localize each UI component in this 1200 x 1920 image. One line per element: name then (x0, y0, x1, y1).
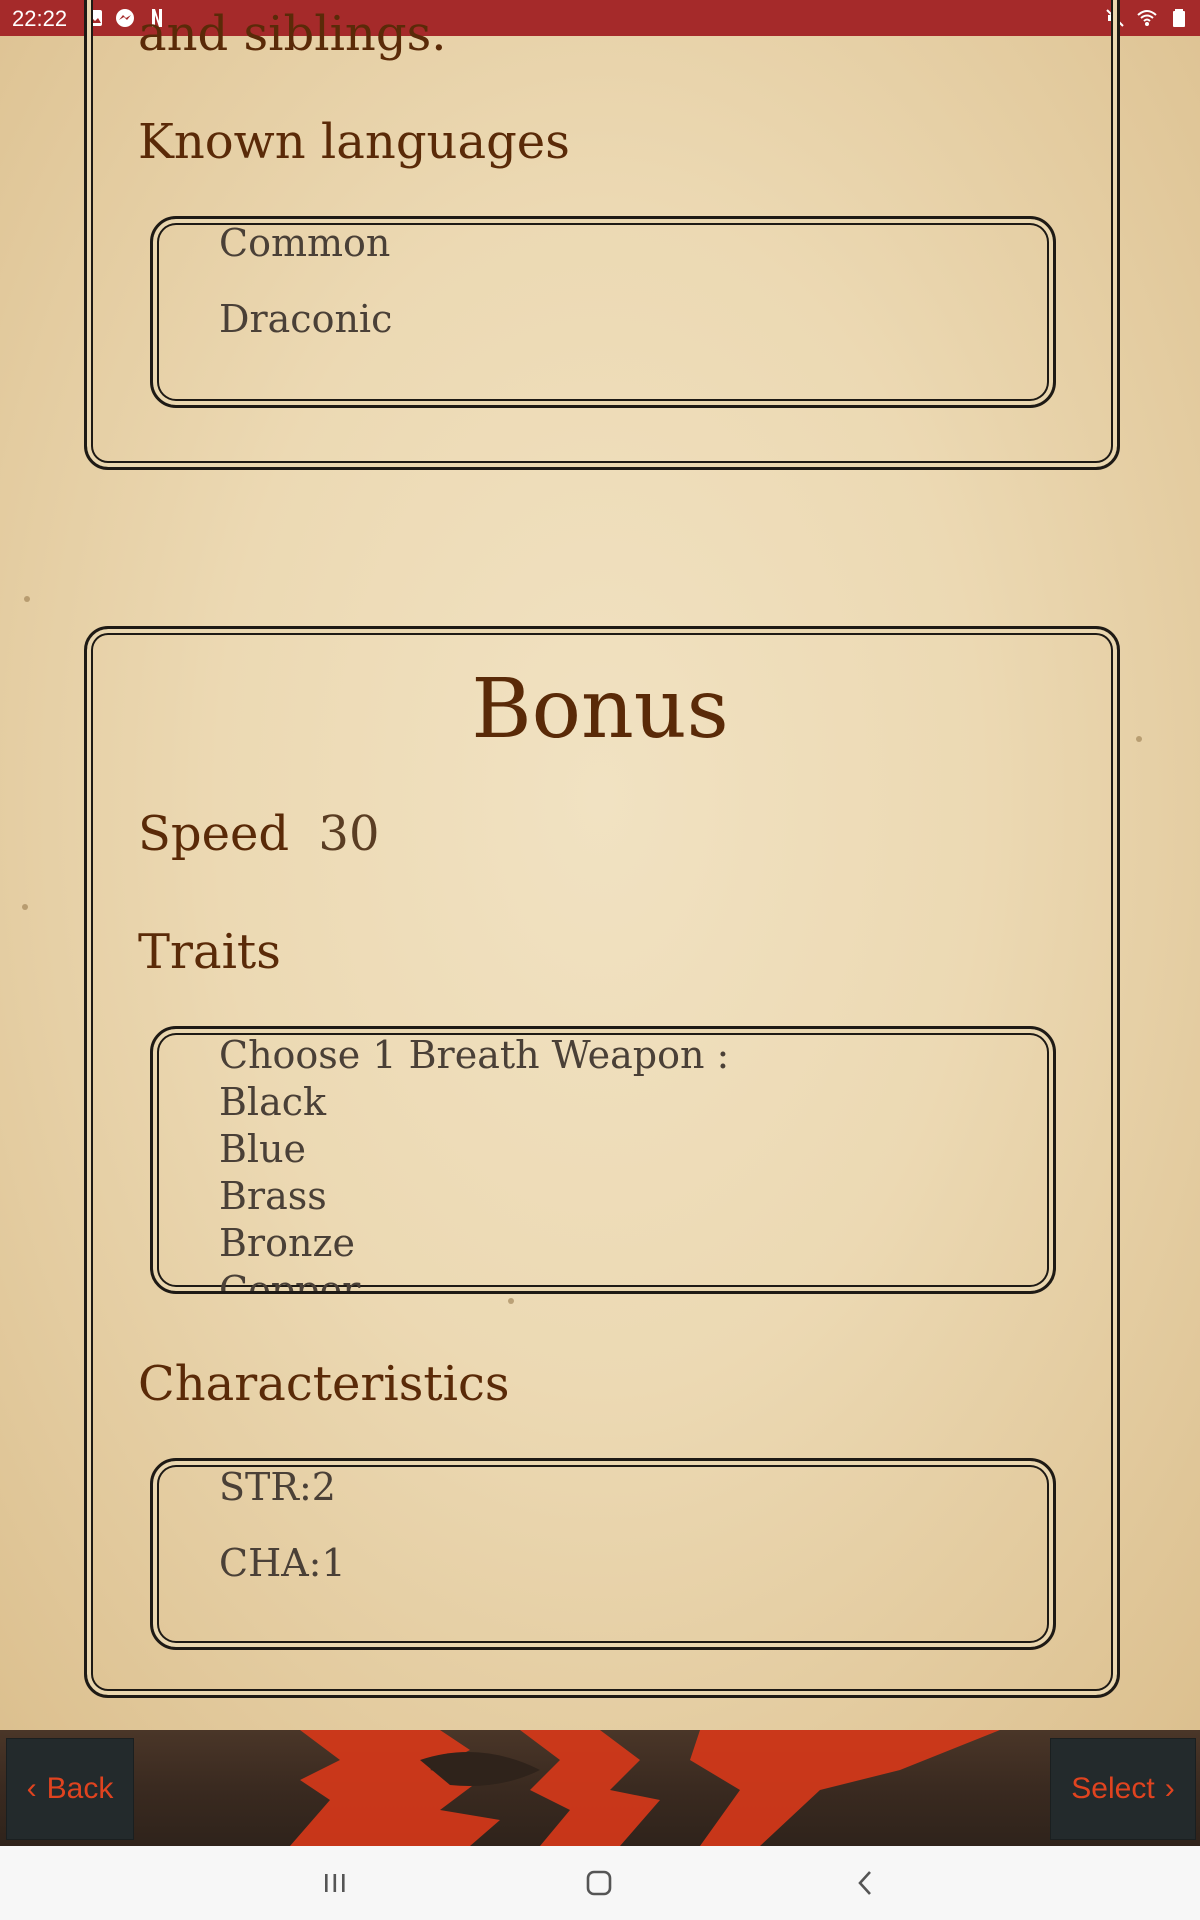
home-icon[interactable] (584, 1868, 614, 1898)
traits-heading: Traits (138, 924, 281, 980)
trait-line: Black (219, 1080, 327, 1124)
trait-line: Brass (219, 1174, 327, 1218)
dragon-emblem-icon (290, 1730, 1000, 1846)
trait-line: Copper (219, 1268, 361, 1294)
characteristic-item: CHA:1 (219, 1541, 346, 1585)
chevron-right-icon: › (1164, 1772, 1175, 1805)
speed-value: 30 (318, 806, 380, 862)
select-button[interactable]: Select › (1050, 1738, 1196, 1840)
back-nav-icon[interactable] (850, 1868, 880, 1898)
wifi-icon (1137, 10, 1157, 26)
trait-line: Bronze (219, 1221, 355, 1265)
languages-box: Common Draconic (150, 216, 1056, 408)
system-navigation-bar (0, 1846, 1200, 1920)
trait-line: Choose 1 Breath Weapon : (219, 1033, 730, 1077)
characteristics-heading: Characteristics (138, 1356, 510, 1412)
characteristic-item: STR:2 (219, 1465, 336, 1509)
characteristics-box: STR:2 CHA:1 (150, 1458, 1056, 1650)
status-time: 22:22 (12, 6, 68, 31)
clipped-description-text: and siblings. (138, 6, 447, 62)
back-button[interactable]: ‹ Back (6, 1738, 134, 1840)
bottom-action-bar: ‹ Back Select › (0, 1730, 1200, 1846)
speed-label: Speed (138, 806, 290, 862)
select-label: Select (1071, 1772, 1155, 1805)
battery-icon (1173, 9, 1185, 27)
parchment-scroll-area[interactable]: and siblings. Known languages Common Dra… (0, 0, 1200, 1730)
speed-row: Speed 30 (138, 806, 380, 862)
recent-apps-icon[interactable] (320, 1868, 350, 1898)
bonus-title: Bonus (471, 662, 729, 757)
back-label: Back (46, 1772, 114, 1805)
trait-line: Blue (219, 1127, 307, 1171)
language-item: Draconic (219, 297, 393, 341)
chevron-left-icon: ‹ (26, 1772, 37, 1805)
known-languages-heading: Known languages (138, 114, 570, 170)
traits-box[interactable]: Choose 1 Breath Weapon : Black Blue Bras… (150, 1026, 1056, 1294)
language-item: Common (219, 221, 391, 265)
